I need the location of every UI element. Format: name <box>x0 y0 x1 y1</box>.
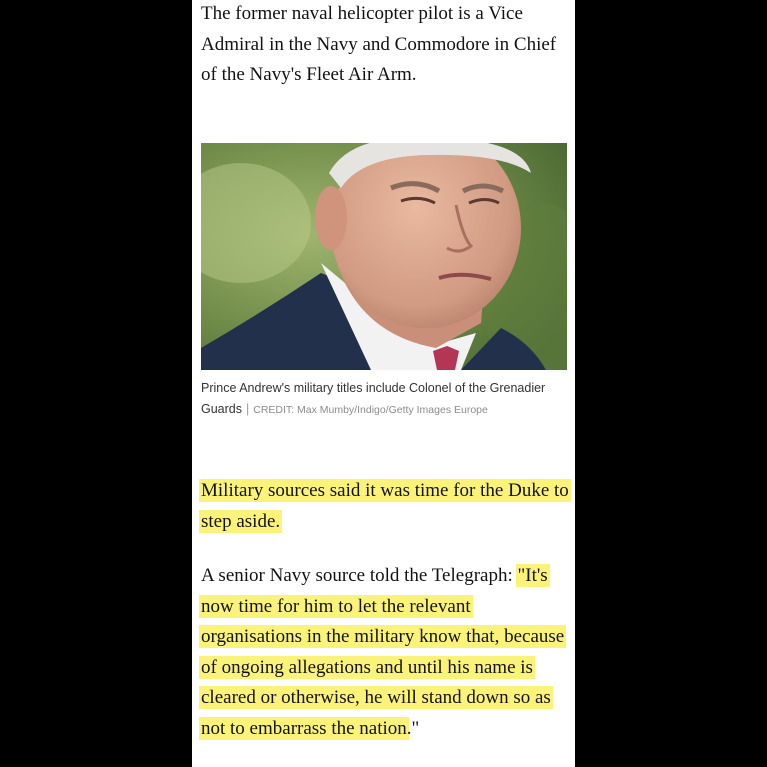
article-paragraph-navy-source-quote: A senior Navy source told the Telegraph:… <box>199 561 571 744</box>
highlighted-quote: "It's now time for him to let the releva… <box>199 564 567 740</box>
article-paragraph-military-sources: Military sources said it was time for th… <box>199 476 571 537</box>
article-photo[interactable] <box>201 143 567 370</box>
article-page: The former naval helicopter pilot is a V… <box>192 0 575 767</box>
highlighted-text: Military sources said it was time for th… <box>199 479 571 533</box>
article-intro-paragraph: The former naval helicopter pilot is a V… <box>201 3 557 85</box>
quote-lead-text: A senior Navy source told the Telegraph: <box>201 565 513 586</box>
portrait-photo-icon <box>201 143 567 370</box>
quote-tail: ." <box>406 717 420 739</box>
photo-credit: CREDIT: Max Mumby/Indigo/Getty Images Eu… <box>253 404 488 416</box>
caption-separator: | <box>246 402 250 416</box>
photo-caption: Prince Andrew's military titles include … <box>201 378 567 421</box>
